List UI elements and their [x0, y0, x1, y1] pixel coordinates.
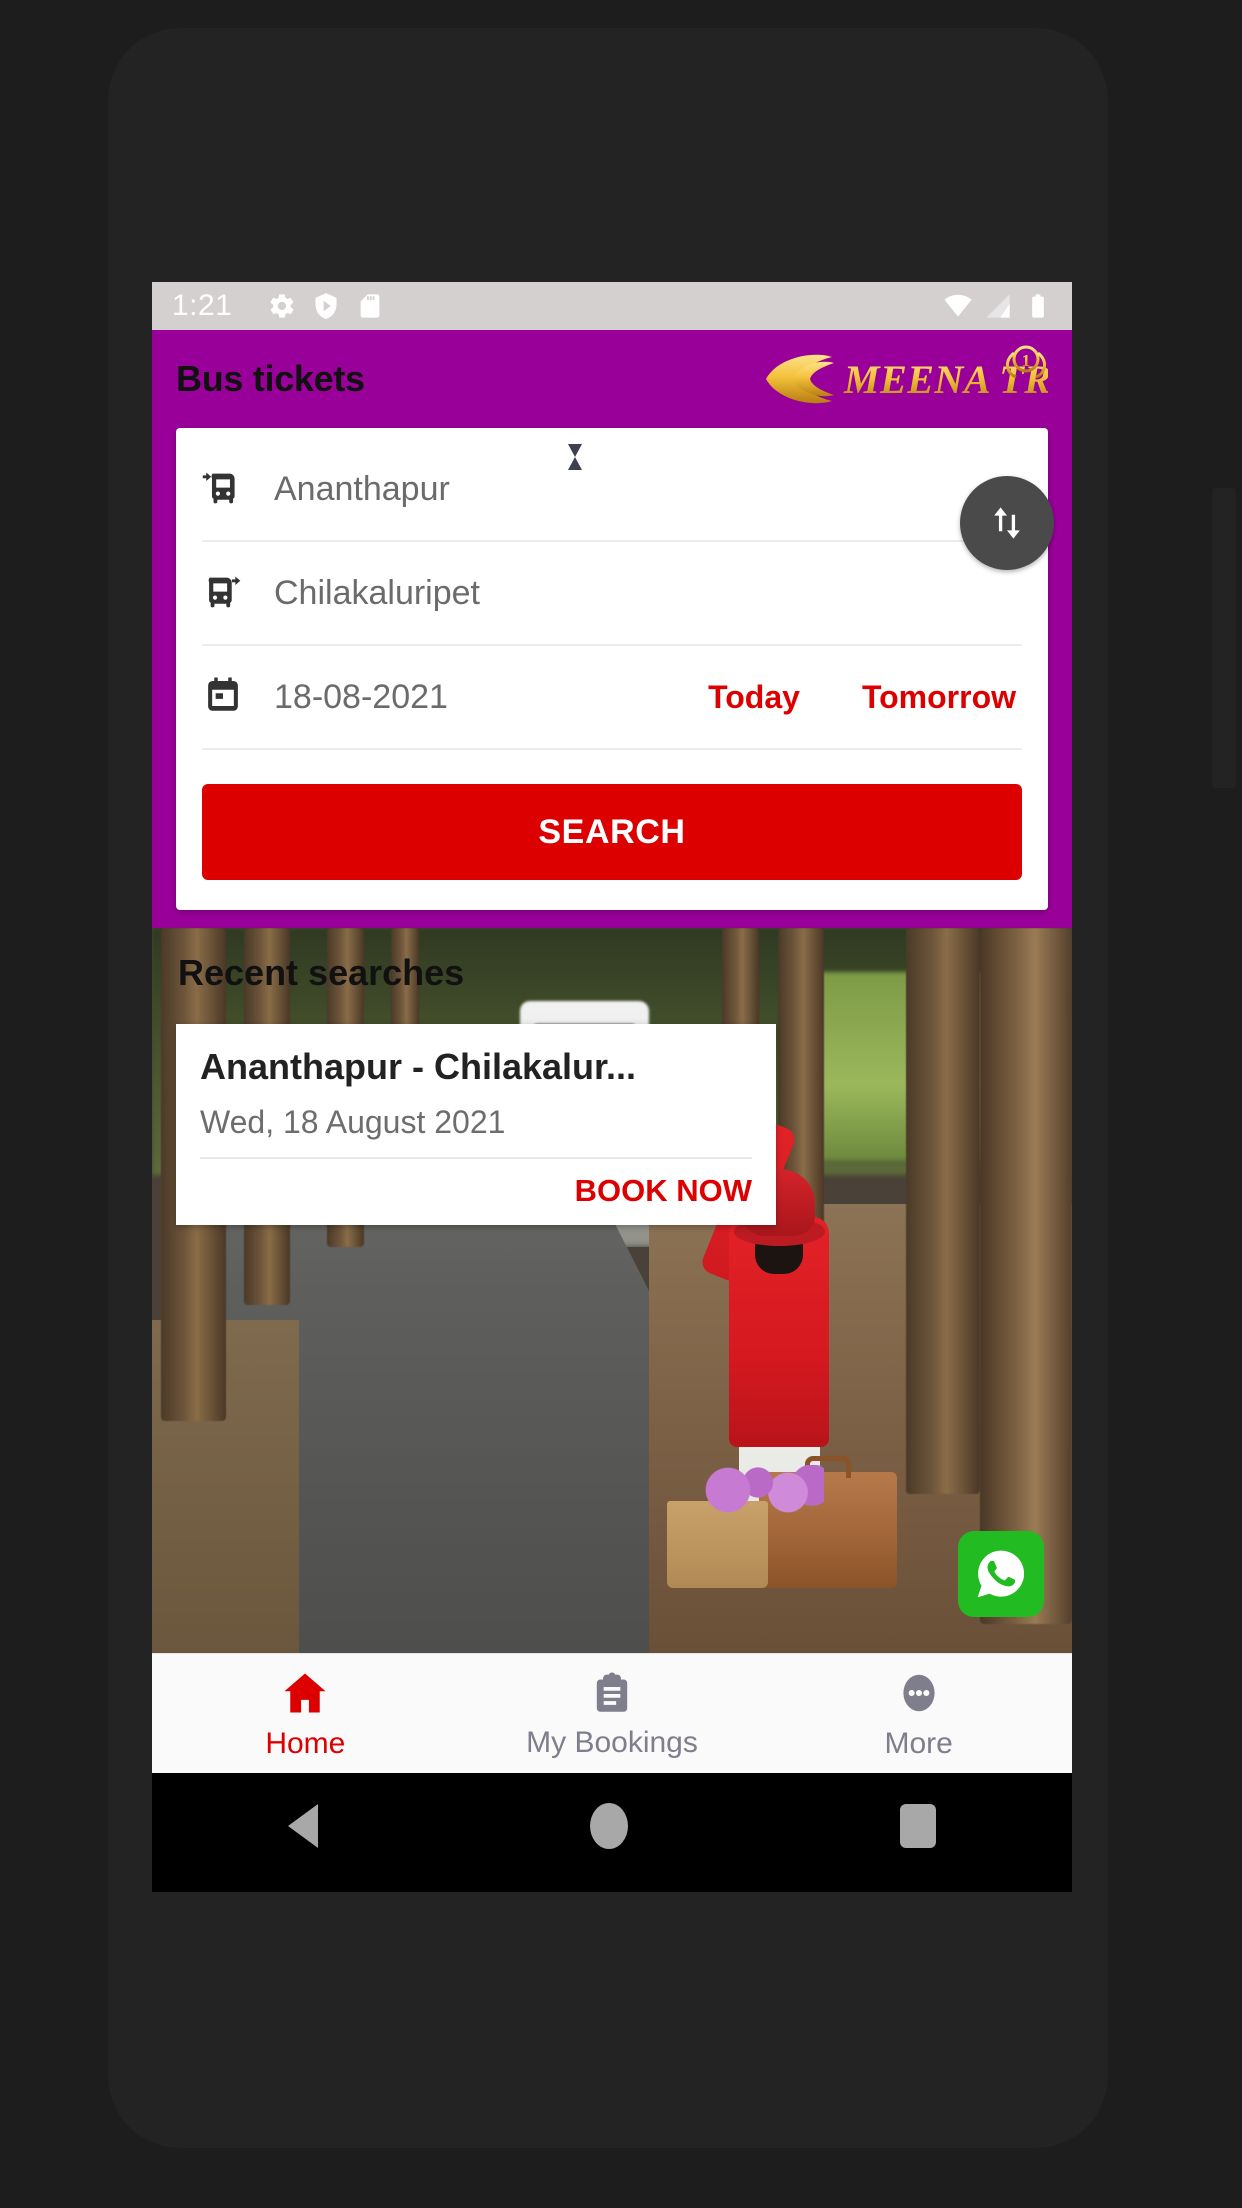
logo-badge-number: 1 [1022, 351, 1031, 370]
search-button[interactable]: SEARCH [202, 784, 1022, 880]
status-bar-left: 1:21 [172, 289, 384, 323]
clipboard-icon [596, 1671, 628, 1712]
gear-icon [268, 292, 296, 320]
recent-route: Ananthapur - Chilakalur... [200, 1046, 637, 1087]
recent-date: Wed, 18 August 2021 [200, 1104, 752, 1159]
flowers [704, 1464, 824, 1516]
cellular-signal-icon [984, 292, 1012, 320]
bus-depart-icon [202, 570, 248, 616]
search-card: Ananthapur Chilakaluripet 18-08-2021 Tod… [176, 428, 1054, 910]
sd-card-icon [356, 292, 384, 320]
screenshot-stage: 1:21 Bus tickets MEENA T 1 Ananthapur Ch… [0, 0, 1242, 2208]
status-bar-right [944, 292, 1052, 320]
android-back-button[interactable] [288, 1804, 318, 1848]
destination-field[interactable]: Chilakaluripet [202, 542, 1022, 646]
tree-trunk [980, 928, 1072, 1624]
tree-trunk [906, 928, 980, 1494]
meena-travels-logo: MEENA TRAVELS 1 [758, 343, 1048, 415]
pointer-artifact [568, 444, 582, 470]
date-value: 18-08-2021 [274, 677, 448, 716]
recent-search-card[interactable]: Ananthapur - Chilakalur... Wed, 18 Augus… [176, 1024, 776, 1225]
nav-label-my-bookings: My Bookings [526, 1725, 698, 1759]
nav-item-more[interactable]: More [765, 1667, 1072, 1761]
recent-searches-heading: Recent searches [178, 952, 465, 993]
more-dots-icon [903, 1674, 935, 1711]
android-navigation-bar [152, 1773, 1072, 1879]
battery-icon [1024, 292, 1052, 320]
android-home-button[interactable] [590, 1803, 628, 1849]
side-button-right[interactable] [1212, 488, 1236, 788]
home-icon [284, 1673, 326, 1712]
svg-text:MEENA TRAVELS: MEENA TRAVELS [843, 357, 1048, 402]
bus-arrive-icon [202, 466, 248, 512]
swap-locations-button[interactable] [960, 476, 1054, 570]
play-protect-shield-icon [312, 292, 340, 320]
tomorrow-button[interactable]: Tomorrow [862, 679, 1016, 716]
destination-value: Chilakaluripet [274, 573, 480, 612]
date-field[interactable]: 18-08-2021 Today Tomorrow [202, 646, 1022, 750]
phone-screen: 1:21 Bus tickets MEENA T 1 Ananthapur Ch… [152, 282, 1072, 1892]
wifi-icon [944, 292, 972, 320]
android-recents-button[interactable] [900, 1804, 936, 1848]
source-value: Ananthapur [274, 469, 450, 508]
nav-label-more: More [884, 1726, 953, 1760]
status-bar: 1:21 [152, 282, 1072, 330]
nav-label-home: Home [265, 1726, 346, 1760]
nav-item-home[interactable]: Home [152, 1667, 459, 1761]
status-bar-clock: 1:21 [172, 289, 233, 322]
today-button[interactable]: Today [708, 679, 800, 716]
app-bar: Bus tickets MEENA TRAVELS 1 [152, 330, 1072, 428]
bottom-navigation: Home My Bookings More [152, 1653, 1072, 1773]
nav-item-my-bookings[interactable]: My Bookings [459, 1668, 766, 1760]
whatsapp-button[interactable] [958, 1531, 1044, 1617]
search-section: Ananthapur Chilakaluripet 18-08-2021 Tod… [152, 428, 1072, 928]
page-title: Bus tickets [176, 358, 365, 399]
calendar-icon [202, 674, 248, 720]
source-field[interactable]: Ananthapur [202, 438, 1022, 542]
book-now-button[interactable]: BOOK NOW [200, 1159, 752, 1209]
quick-date-options: Today Tomorrow [708, 679, 1022, 716]
hero-section: Recent searches Ananthapur - Chilakalur.… [152, 928, 1072, 1653]
